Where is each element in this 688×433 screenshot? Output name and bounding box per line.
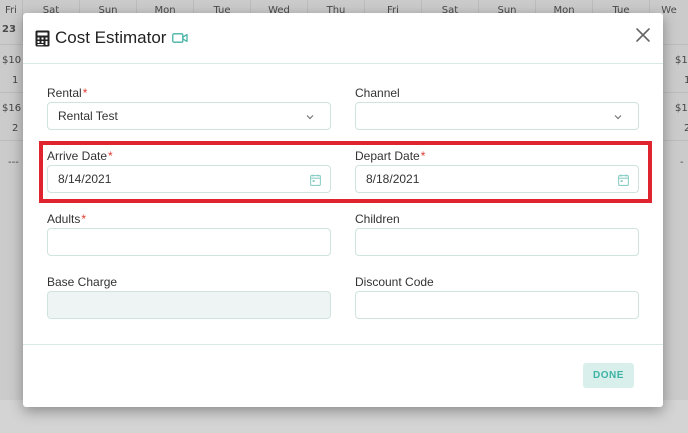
calendar-icon[interactable] xyxy=(310,174,321,186)
dialog-header: Cost Estimator xyxy=(23,13,663,64)
base-charge-label: Base Charge xyxy=(47,275,118,289)
arrive-date-label: Arrive Date* xyxy=(47,149,113,163)
adults-input[interactable] xyxy=(47,228,331,256)
rate-cell: - xyxy=(680,157,684,168)
rate-cell: --- xyxy=(8,157,19,168)
depart-date-label: Depart Date* xyxy=(355,149,426,163)
video-camera-icon[interactable] xyxy=(172,32,189,44)
close-icon[interactable] xyxy=(635,27,651,43)
dialog-footer-divider xyxy=(23,344,663,345)
count-cell: 2 xyxy=(684,123,688,134)
calculator-icon xyxy=(35,30,50,46)
rate-cell: $10 xyxy=(2,55,22,66)
arrive-date-field[interactable]: 8/14/2021 xyxy=(47,165,331,193)
discount-code-label: Discount Code xyxy=(355,275,434,289)
rate-cell: $16 xyxy=(2,103,22,114)
arrive-date-value: 8/14/2021 xyxy=(58,172,112,186)
channel-select[interactable] xyxy=(355,102,639,130)
calendar-icon[interactable] xyxy=(618,174,629,186)
channel-label: Channel xyxy=(355,86,400,100)
chevron-down-icon xyxy=(614,115,622,120)
cost-estimator-dialog: Cost Estimator Rental* Rental Test Chann… xyxy=(23,13,663,407)
done-button[interactable]: DONE xyxy=(583,363,634,388)
rental-value: Rental Test xyxy=(58,109,118,123)
rental-label: Rental* xyxy=(47,86,88,100)
children-label: Children xyxy=(355,212,400,226)
base-charge-field xyxy=(47,291,331,319)
depart-date-value: 8/18/2021 xyxy=(366,172,420,186)
children-input[interactable] xyxy=(355,228,639,256)
rate-cell: $1 xyxy=(675,55,688,66)
rate-cell: $1 xyxy=(675,103,688,114)
depart-date-field[interactable]: 8/18/2021 xyxy=(355,165,639,193)
count-cell: 2 xyxy=(12,123,19,134)
discount-code-input[interactable] xyxy=(355,291,639,319)
adults-label: Adults* xyxy=(47,212,87,226)
rental-select[interactable]: Rental Test xyxy=(47,102,331,130)
day-header: Fri 23 xyxy=(0,0,23,42)
dialog-title: Cost Estimator xyxy=(55,28,167,47)
chevron-down-icon xyxy=(306,115,314,120)
count-cell: 1 xyxy=(12,75,19,86)
count-cell: 1 xyxy=(684,75,688,86)
